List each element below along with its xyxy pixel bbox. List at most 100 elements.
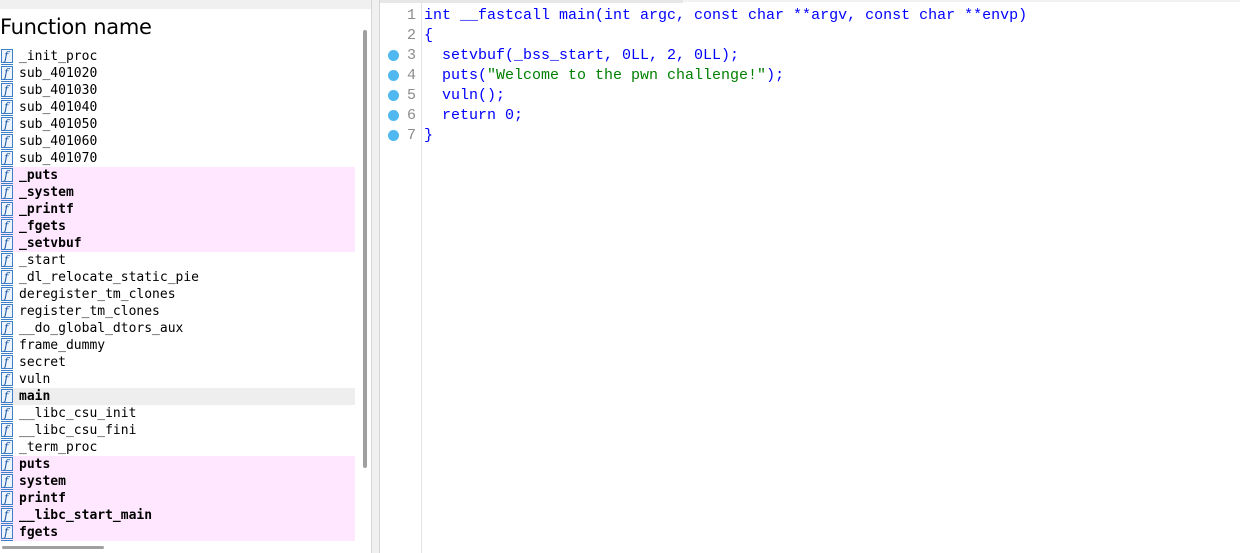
function-icon-glyph: f — [4, 287, 9, 301]
function-icon-glyph: f — [4, 134, 9, 148]
function-list-item[interactable]: f secret — [0, 354, 355, 371]
code-line[interactable]: 6 return 0; — [380, 106, 1240, 126]
code-line[interactable]: 3 setvbuf(_bss_start, 0LL, 2, 0LL); — [380, 46, 1240, 66]
function-list-vertical-scrollbar[interactable] — [363, 30, 367, 468]
function-list-item[interactable]: f vuln — [0, 371, 355, 388]
code-line[interactable]: 7} — [380, 126, 1240, 146]
function-list-item[interactable]: f __do_global_dtors_aux — [0, 320, 355, 337]
function-list-item[interactable]: f _puts — [0, 167, 355, 184]
function-list-item[interactable]: f __libc_start_main — [0, 507, 355, 524]
function-icon: f — [1, 508, 13, 524]
function-icon: f — [1, 49, 13, 65]
line-number: 6 — [406, 107, 416, 124]
breakpoint-dot-icon[interactable] — [388, 130, 399, 141]
function-list-item[interactable]: f system — [0, 473, 355, 490]
function-list-item[interactable]: f _term_proc — [0, 439, 355, 456]
function-list-item[interactable]: f _init_proc — [0, 48, 355, 65]
pseudocode-tab-strip — [380, 0, 683, 3]
code-line[interactable]: 4 puts("Welcome to the pwn challenge!"); — [380, 66, 1240, 86]
code-text: vuln(); — [424, 86, 505, 106]
function-name: __libc_csu_init — [19, 406, 137, 421]
breakpoint-dot-icon[interactable] — [388, 70, 399, 81]
function-list-item[interactable]: f _system — [0, 184, 355, 201]
function-list-item[interactable]: f printf — [0, 490, 355, 507]
function-list-item[interactable]: f puts — [0, 456, 355, 473]
function-list-item[interactable]: f _dl_relocate_static_pie — [0, 269, 355, 286]
function-icon: f — [1, 355, 13, 371]
function-icon: f — [1, 270, 13, 286]
function-list-item[interactable]: f deregister_tm_clones — [0, 286, 355, 303]
function-icon: f — [1, 185, 13, 201]
function-icon: f — [1, 406, 13, 422]
function-name: frame_dummy — [19, 338, 106, 353]
function-icon-glyph: f — [4, 100, 9, 114]
code-line[interactable]: 1 int __fastcall main(int argc, const cha… — [380, 6, 1240, 26]
line-number: 5 — [406, 87, 416, 104]
function-name-column-header[interactable]: Function name — [0, 15, 152, 39]
code-token: ); — [766, 67, 785, 84]
breakpoint-dot-icon[interactable] — [388, 50, 399, 61]
function-list-item[interactable]: f frame_dummy — [0, 337, 355, 354]
function-icon-glyph: f — [4, 321, 9, 335]
function-list-item[interactable]: f __libc_csu_fini — [0, 422, 355, 439]
code-token: { — [424, 27, 434, 44]
function-list-item[interactable]: f _start — [0, 252, 355, 269]
function-list-item[interactable]: f _setvbuf — [0, 235, 355, 252]
code-text: setvbuf(_bss_start, 0LL, 2, 0LL); — [424, 46, 739, 66]
code-token: vuln(); — [424, 87, 506, 104]
line-number: 3 — [406, 47, 416, 64]
code-token: puts( — [424, 67, 488, 84]
function-list-item[interactable]: f main — [0, 388, 355, 405]
function-list-item[interactable]: f sub_401030 — [0, 82, 355, 99]
function-name: _printf — [19, 202, 74, 217]
breakpoint-dot-icon[interactable] — [388, 110, 399, 121]
function-list-item[interactable]: f sub_401070 — [0, 150, 355, 167]
function-name: sub_401060 — [19, 134, 98, 149]
function-icon: f — [1, 253, 13, 269]
function-icon: f — [1, 440, 13, 456]
function-icon-glyph: f — [4, 355, 9, 369]
code-line[interactable]: 2{ — [380, 26, 1240, 46]
function-list-item[interactable]: f _fgets — [0, 218, 355, 235]
functions-panel: Function name f _init_proc f sub_401020 f sub… — [0, 0, 371, 553]
function-icon: f — [1, 66, 13, 82]
function-name: __do_global_dtors_aux — [19, 321, 184, 336]
function-icon-glyph: f — [4, 117, 9, 131]
function-name: __libc_start_main — [19, 508, 153, 523]
function-list-item[interactable]: f sub_401060 — [0, 133, 355, 150]
panel-splitter[interactable] — [371, 0, 380, 553]
function-icon-glyph: f — [4, 491, 9, 505]
code-token: int __fastcall main(int argc, const char… — [424, 7, 1028, 24]
function-icon-glyph: f — [4, 508, 9, 522]
function-list-item[interactable]: f _printf — [0, 201, 355, 218]
pseudocode-view[interactable]: 1 int __fastcall main(int argc, const cha… — [380, 0, 1240, 553]
function-name: _fgets — [19, 219, 66, 234]
function-icon: f — [1, 83, 13, 99]
function-list-item[interactable]: f sub_401020 — [0, 65, 355, 82]
code-text: int __fastcall main(int argc, const char… — [424, 6, 1027, 26]
line-number: 7 — [406, 127, 416, 144]
function-list-item[interactable]: f register_tm_clones — [0, 303, 355, 320]
function-icon-glyph: f — [4, 151, 9, 165]
code-token: } — [424, 127, 434, 144]
function-name: sub_401030 — [19, 83, 98, 98]
function-icon: f — [1, 304, 13, 320]
function-list-horizontal-scrollbar[interactable] — [2, 546, 104, 549]
function-name: fgets — [19, 525, 59, 540]
function-name: deregister_tm_clones — [19, 287, 176, 302]
function-icon-glyph: f — [4, 525, 9, 539]
function-list-item[interactable]: f __libc_csu_init — [0, 405, 355, 422]
code-line[interactable]: 5 vuln(); — [380, 86, 1240, 106]
function-icon: f — [1, 168, 13, 184]
function-icon: f — [1, 423, 13, 439]
function-list-item[interactable]: f sub_401050 — [0, 116, 355, 133]
function-icon-glyph: f — [4, 440, 9, 454]
function-name: vuln — [19, 372, 51, 387]
function-list: f _init_proc f sub_401020 f sub_401030 f sub_40… — [0, 48, 355, 541]
function-list-item[interactable]: f fgets — [0, 524, 355, 541]
function-icon: f — [1, 236, 13, 252]
function-list-item[interactable]: f sub_401040 — [0, 99, 355, 116]
breakpoint-dot-icon[interactable] — [388, 90, 399, 101]
code-text: } — [424, 126, 433, 146]
code-text: return 0; — [424, 106, 523, 126]
